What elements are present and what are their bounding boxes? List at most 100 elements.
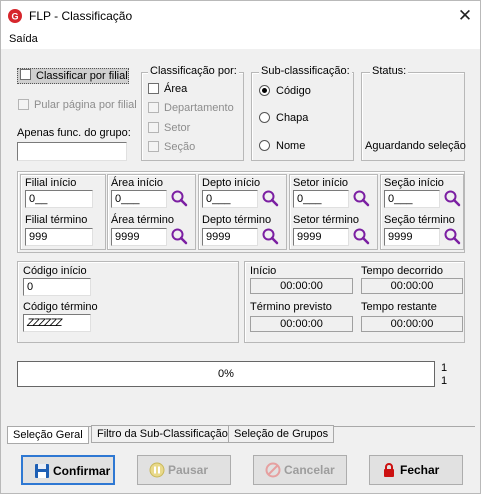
menu-bar: Saída (1, 31, 480, 49)
classificar-label: Classificar por filial (36, 70, 128, 82)
secao-inicio-label: Seção início (384, 177, 444, 189)
status-value: Aguardando seleção (365, 140, 466, 152)
depto-inicio-search-icon[interactable] (261, 189, 279, 207)
classificar-por-filial-checkbox[interactable]: Classificar por filial (17, 68, 129, 84)
pular-pagina-checkbox[interactable]: Pular página por filial (18, 99, 137, 111)
apenas-func-input[interactable] (17, 142, 127, 161)
apenas-func-label: Apenas func. do grupo: (17, 127, 131, 139)
pausar-label: Pausar (168, 463, 209, 477)
depto-inicio-input[interactable]: 0___ (202, 190, 258, 208)
fechar-button[interactable]: Fechar (369, 455, 463, 485)
departamento-checkbox-box[interactable] (148, 102, 159, 113)
secao-label: Seção (164, 141, 196, 153)
pausar-button[interactable]: Pausar (137, 455, 231, 485)
depto-inicio-label: Depto início (202, 177, 261, 189)
depto-termino-search-icon[interactable] (261, 227, 279, 245)
setor-label: Setor (164, 122, 191, 134)
codigo-termino-input[interactable]: ZZZZZZ (23, 314, 91, 332)
filial-termino-input[interactable]: 999 (25, 228, 93, 246)
area-inicio-label: Área início (111, 177, 163, 189)
pular-pagina-label: Pular página por filial (34, 99, 137, 111)
area-label: Área (164, 83, 188, 95)
cancel-icon (265, 462, 281, 478)
radio-codigo-dot[interactable] (259, 85, 270, 96)
setor-termino-input[interactable]: 9999 (293, 228, 349, 246)
filial-termino-label: Filial término (25, 214, 88, 226)
subclassificacao-label: Sub-classificação: (259, 65, 352, 77)
codigo-termino-label: Código término (23, 301, 98, 313)
setor-inicio-search-icon[interactable] (352, 189, 370, 207)
codigo-inicio-label: Código início (23, 265, 87, 277)
classificacao-label: Classificação por: (148, 65, 239, 77)
window-title: FLP - Classificação (29, 9, 133, 23)
secao-inicio-search-icon[interactable] (443, 189, 461, 207)
classificacao-setor-checkbox[interactable]: Setor (148, 122, 190, 134)
svg-text:G: G (11, 12, 18, 22)
inicio-label: Início (250, 265, 277, 277)
radio-codigo-label: Código (276, 85, 311, 97)
secao-termino-label: Seção término (384, 214, 455, 226)
setor-inicio-label: Setor início (293, 177, 349, 189)
title-bar: G FLP - Classificação ✕ (1, 1, 480, 31)
confirmar-label: Confirmar (53, 464, 111, 478)
radio-nome[interactable]: Nome (259, 140, 305, 152)
pular-checkbox-box[interactable] (18, 99, 29, 110)
filial-inicio-input[interactable]: 0__ (25, 190, 93, 208)
restante-label: Tempo restante (361, 301, 437, 313)
progress-count-top: 1 (441, 362, 448, 374)
depto-termino-input[interactable]: 9999 (202, 228, 258, 246)
tab-filtro-subclassificacao[interactable]: Filtro da Sub-Classificação (91, 425, 234, 443)
setor-inicio-input[interactable]: 0___ (293, 190, 349, 208)
cancelar-button[interactable]: Cancelar (253, 455, 347, 485)
app-logo-icon: G (8, 9, 22, 23)
progress-bar: 0% (17, 361, 435, 387)
tab-selecao-grupos[interactable]: Seleção de Grupos (228, 425, 335, 443)
menu-saida[interactable]: Saída (9, 33, 38, 45)
radio-chapa[interactable]: Chapa (259, 112, 308, 124)
previsto-label: Término previsto (250, 301, 332, 313)
secao-checkbox-box[interactable] (148, 141, 159, 152)
fechar-label: Fechar (400, 463, 440, 477)
setor-checkbox-box[interactable] (148, 122, 159, 133)
restante-value: 00:00:00 (361, 316, 463, 332)
classificacao-area-checkbox[interactable]: Área (148, 83, 187, 95)
radio-chapa-dot[interactable] (259, 112, 270, 123)
cancelar-label: Cancelar (284, 463, 335, 477)
pause-icon (149, 462, 165, 478)
radio-chapa-label: Chapa (276, 112, 309, 124)
area-inicio-input[interactable]: 0___ (111, 190, 167, 208)
radio-nome-dot[interactable] (259, 140, 270, 151)
radio-nome-label: Nome (276, 140, 306, 152)
radio-codigo[interactable]: Código (259, 85, 311, 97)
classificacao-departamento-checkbox[interactable]: Departamento (148, 102, 234, 114)
classificar-checkbox-box[interactable] (20, 69, 31, 80)
save-disk-icon (35, 464, 49, 478)
progress-text: 0% (218, 368, 234, 380)
setor-termino-search-icon[interactable] (352, 227, 370, 245)
lock-icon (384, 463, 394, 477)
secao-termino-search-icon[interactable] (443, 227, 461, 245)
inicio-value: 00:00:00 (250, 278, 353, 294)
status-label: Status: (370, 65, 409, 77)
area-inicio-search-icon[interactable] (170, 189, 188, 207)
filial-inicio-label: Filial início (25, 177, 77, 189)
departamento-label: Departamento (164, 102, 234, 114)
dialog-window: G FLP - Classificação ✕ Saída Classifica… (0, 0, 481, 494)
area-termino-input[interactable]: 9999 (111, 228, 167, 246)
codigo-inicio-input[interactable]: 0 (23, 278, 91, 296)
setor-termino-label: Setor término (293, 214, 360, 226)
confirmar-button[interactable]: Confirmar (21, 455, 115, 485)
area-termino-label: Área término (111, 214, 174, 226)
depto-termino-label: Depto término (202, 214, 272, 226)
tab-selecao-geral[interactable]: Seleção Geral (7, 427, 89, 444)
decorrido-label: Tempo decorrido (361, 265, 443, 277)
secao-termino-input[interactable]: 9999 (384, 228, 440, 246)
decorrido-value: 00:00:00 (361, 278, 463, 294)
area-checkbox-box[interactable] (148, 83, 159, 94)
progress-count-bottom: 1 (441, 375, 448, 387)
area-termino-search-icon[interactable] (170, 227, 188, 245)
classificacao-secao-checkbox[interactable]: Seção (148, 141, 195, 153)
previsto-value: 00:00:00 (250, 316, 353, 332)
close-window-button[interactable]: ✕ (450, 1, 480, 31)
secao-inicio-input[interactable]: 0___ (384, 190, 440, 208)
